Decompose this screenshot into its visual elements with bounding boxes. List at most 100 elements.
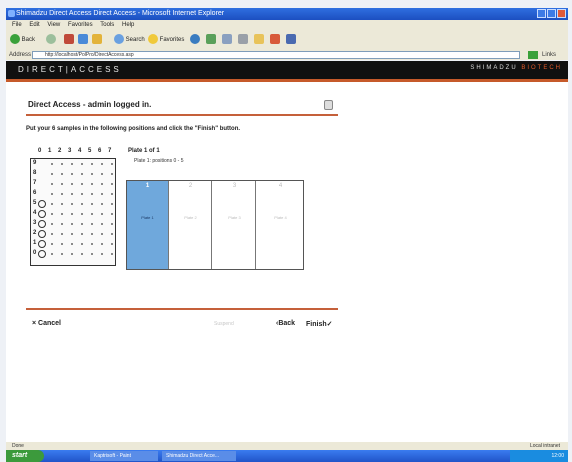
menu-file[interactable]: File [12, 22, 22, 28]
grid-col-header: 2 [58, 148, 62, 154]
title-divider [26, 114, 338, 116]
grid-col-header: 6 [98, 148, 102, 154]
grid-well [71, 173, 73, 175]
tray-4[interactable]: 4 Plate 4 [258, 181, 303, 269]
grid-well [101, 223, 103, 225]
tray-3[interactable]: 3 Plate 3 [214, 181, 256, 269]
grid-well [111, 243, 113, 245]
grid-well [71, 213, 73, 215]
forward-button[interactable] [46, 34, 56, 46]
cancel-button[interactable]: × Cancel [32, 320, 61, 327]
address-input[interactable]: http://localhost/PolPro/DirectAccess.asp [32, 51, 520, 59]
back-button[interactable]: Back [10, 34, 35, 46]
tool-icon [286, 34, 296, 45]
minimize-button[interactable] [537, 9, 546, 18]
plate-title: Plate 1 of 1 [128, 148, 160, 154]
search-icon [114, 34, 124, 45]
favorites-button[interactable]: Favorites [148, 34, 184, 46]
zone-text: Local intranet [529, 443, 560, 449]
grid-well [61, 213, 63, 215]
grid-col-header: 5 [88, 148, 92, 154]
address-label: Address [9, 52, 32, 58]
menu-view[interactable]: View [47, 22, 60, 28]
menu-help[interactable]: Help [122, 22, 134, 28]
menu-tools[interactable]: Tools [100, 22, 114, 28]
stop-button[interactable] [64, 34, 74, 46]
grid-well [81, 173, 83, 175]
finish-label: Finish [306, 321, 327, 328]
checkmark-icon: ✓ [326, 321, 333, 328]
instruction-text: Put your 6 samples in the following posi… [26, 126, 241, 132]
grid-well [61, 183, 63, 185]
folder-button[interactable] [254, 34, 264, 46]
links-label[interactable]: Links [542, 50, 556, 60]
menu-favorites[interactable]: Favorites [68, 22, 93, 28]
system-clock: 12:00 [510, 450, 568, 462]
suspend-button: Suspend [214, 321, 234, 327]
go-button[interactable] [528, 51, 538, 59]
search-button[interactable]: Search [114, 34, 145, 46]
tray-1[interactable]: 1 Plate 1 [127, 181, 169, 269]
tool-button[interactable] [286, 34, 296, 46]
grid-well [61, 173, 63, 175]
maximize-button[interactable] [547, 9, 556, 18]
window-titlebar: Shimadzu Direct Access Direct Access - M… [6, 8, 568, 20]
menu-bar: File Edit View Favorites Tools Help [6, 20, 568, 30]
close-button[interactable] [557, 9, 566, 18]
grid-row-label: 0 [33, 250, 37, 256]
tray-label: Plate 3 [228, 215, 241, 220]
back-nav-button[interactable]: ‹Back [276, 320, 295, 327]
grid-col-header: 0 [38, 148, 42, 154]
grid-well [91, 223, 93, 225]
grid-well [81, 183, 83, 185]
grid-row-label: 1 [33, 240, 37, 246]
tray-2[interactable]: 2 Plate 2 [170, 181, 212, 269]
print-button[interactable] [238, 34, 248, 46]
mail-button[interactable] [222, 34, 232, 46]
grid-well [91, 193, 93, 195]
grid-well [71, 243, 73, 245]
help-icon[interactable] [324, 100, 333, 110]
grid-well [101, 243, 103, 245]
grid-row-label: 7 [33, 180, 37, 186]
browser-toolbar: Back Search Favorites [6, 30, 568, 51]
grid-well [101, 213, 103, 215]
finish-button[interactable]: Finish✓ [306, 320, 333, 328]
selected-position-marker [38, 200, 46, 208]
media-button[interactable] [190, 34, 200, 46]
direct-access-logo: DIRECT|ACCESS [18, 65, 122, 74]
grid-well [91, 243, 93, 245]
grid-well [51, 193, 53, 195]
shimadzu-logo: SHIMADZU BIOTECH [470, 65, 562, 71]
grid-well [81, 243, 83, 245]
grid-row-label: 4 [33, 210, 37, 216]
desktop: Shimadzu Direct Access Direct Access - M… [0, 0, 572, 462]
media-icon [190, 34, 200, 45]
tray-number: 2 [188, 183, 193, 189]
grid-well [91, 203, 93, 205]
home-button[interactable] [92, 34, 102, 46]
messenger-button[interactable] [270, 34, 280, 46]
taskbar-item-ie[interactable]: Shimadzu Direct Acce... [162, 451, 236, 461]
refresh-button[interactable] [78, 34, 88, 46]
grid-well [81, 213, 83, 215]
grid-well [91, 233, 93, 235]
grid-well [101, 253, 103, 255]
history-button[interactable] [206, 34, 216, 46]
tray-label: Plate 1 [141, 215, 154, 220]
grid-well [111, 203, 113, 205]
grid-well [91, 183, 93, 185]
taskbar-item-paint[interactable]: Kaptrisoft - Paint [90, 451, 158, 461]
grid-well [111, 223, 113, 225]
refresh-icon [78, 34, 88, 45]
grid-well [111, 163, 113, 165]
grid-well [51, 183, 53, 185]
window-title: Shimadzu Direct Access Direct Access - M… [16, 10, 225, 17]
menu-edit[interactable]: Edit [29, 22, 39, 28]
grid-well [71, 193, 73, 195]
start-button[interactable]: start [6, 450, 44, 462]
ie-icon [8, 10, 15, 17]
history-icon [206, 34, 216, 45]
grid-row-label: 6 [33, 190, 37, 196]
grid-well [81, 233, 83, 235]
